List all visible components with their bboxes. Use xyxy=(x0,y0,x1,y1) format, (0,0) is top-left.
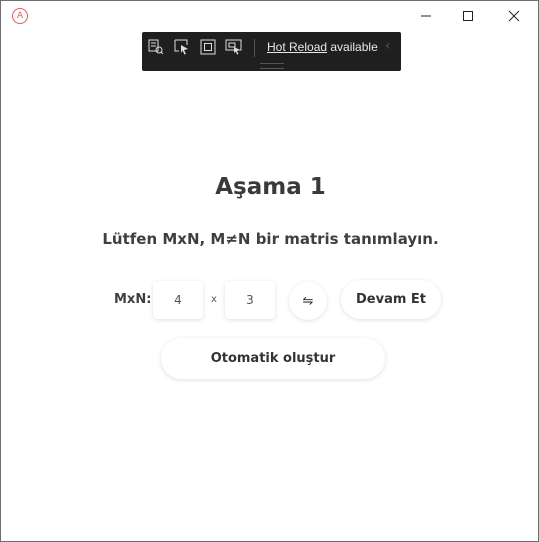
select-element-icon xyxy=(174,39,188,55)
mxn-label: MxN: xyxy=(114,292,152,307)
n-input[interactable] xyxy=(225,281,275,319)
close-button[interactable] xyxy=(491,1,537,31)
instruction-text: Lütfen MxN, M≠N bir matris tanımlayın. xyxy=(102,230,439,248)
hot-reload-availability: available xyxy=(327,40,378,54)
auto-generate-button[interactable]: Otomatik oluştur xyxy=(161,338,385,379)
display-layout-adorners-icon xyxy=(200,39,216,55)
toolbar-separator xyxy=(254,39,255,57)
track-focused-element-icon xyxy=(225,39,242,55)
hot-reload-status: Hot Reload available xyxy=(267,40,378,54)
maximize-button[interactable] xyxy=(445,1,491,31)
times-sign: x xyxy=(211,294,217,305)
display-layout-adorners-button[interactable] xyxy=(199,38,217,56)
swap-icon: ⇋ xyxy=(302,293,314,309)
maximize-icon xyxy=(463,11,473,21)
page-title: Aşama 1 xyxy=(215,174,326,200)
minimize-icon xyxy=(421,15,431,17)
m-input[interactable] xyxy=(153,281,203,319)
track-focused-element-button[interactable] xyxy=(225,38,243,56)
live-visual-tree-icon xyxy=(148,39,164,55)
swap-dimensions-button[interactable]: ⇋ xyxy=(289,282,327,320)
hot-reload-toolbar: Hot Reload available ‹ xyxy=(142,32,401,71)
close-icon xyxy=(508,10,520,22)
hot-reload-link[interactable]: Hot Reload xyxy=(267,40,327,54)
continue-button[interactable]: Devam Et xyxy=(341,280,441,319)
collapse-toolbar-icon[interactable]: ‹ xyxy=(385,38,391,54)
app-logo-icon: A xyxy=(12,8,28,24)
select-element-button[interactable] xyxy=(173,38,191,56)
toolbar-drag-grip[interactable] xyxy=(260,63,284,69)
live-visual-tree-button[interactable] xyxy=(147,38,165,56)
minimize-button[interactable] xyxy=(403,1,449,31)
app-window: A Hot Reload available ‹ Aşama 1 Lütfen … xyxy=(0,0,539,542)
